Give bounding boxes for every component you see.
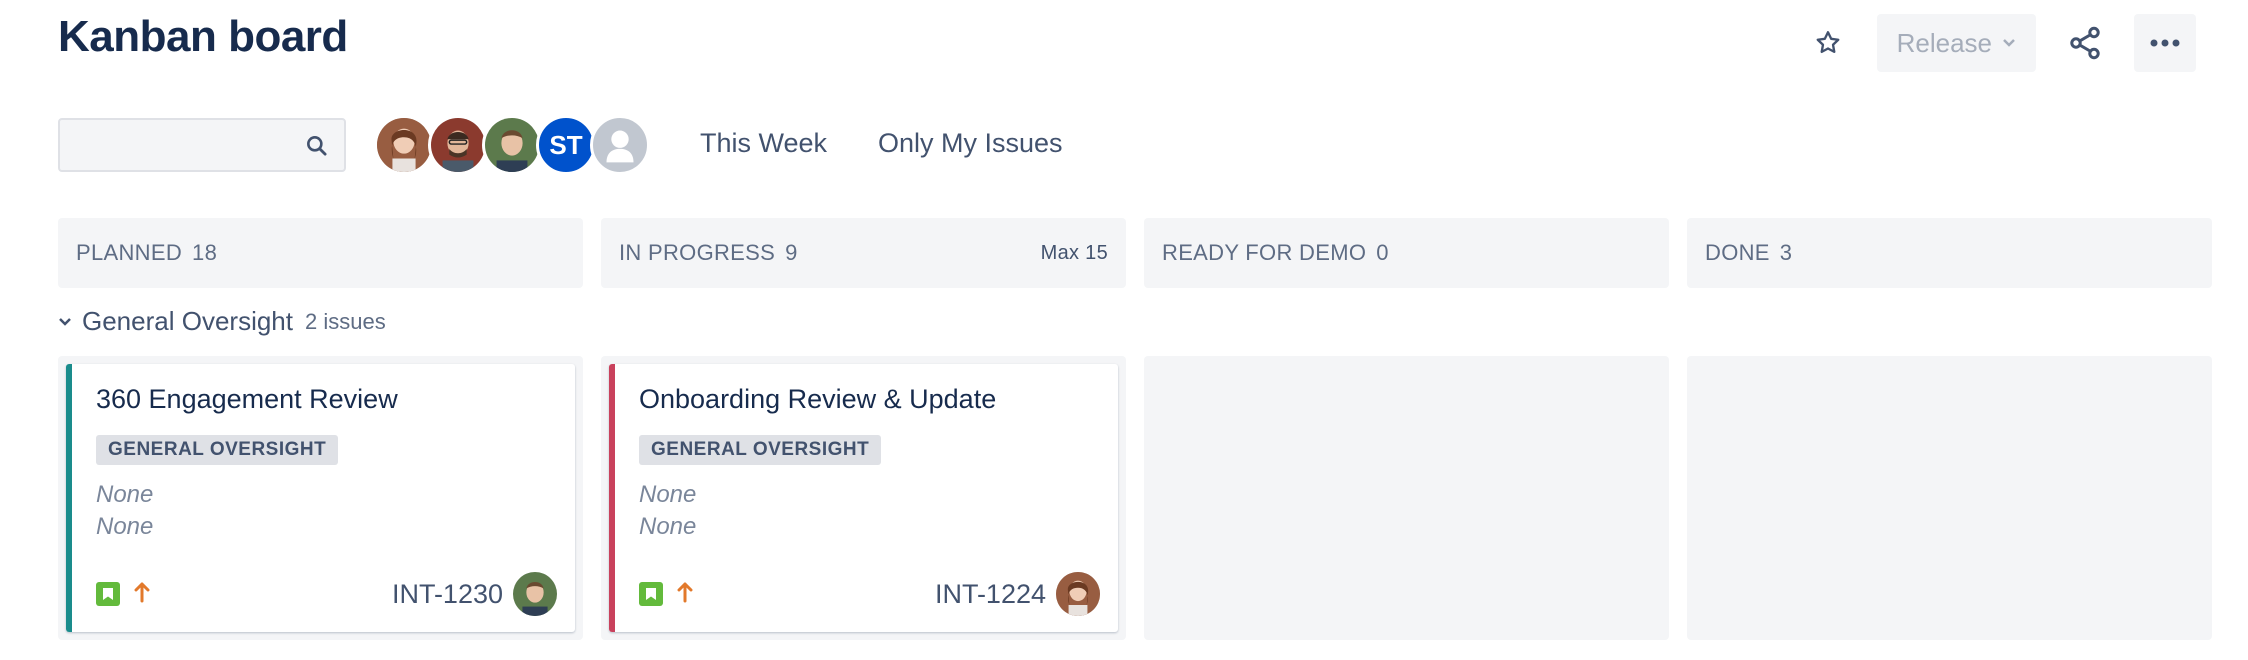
star-button[interactable] bbox=[1797, 14, 1859, 72]
card-title: Onboarding Review & Update bbox=[639, 384, 997, 414]
avatar[interactable] bbox=[428, 115, 488, 175]
avatar-initials: ST bbox=[549, 129, 583, 160]
column-header-ready-for-demo: READY FOR DEMO 0 bbox=[1144, 218, 1669, 288]
column-count: 18 bbox=[192, 240, 218, 265]
chevron-down-icon bbox=[59, 317, 71, 326]
column-name: IN PROGRESS bbox=[619, 240, 776, 265]
share-icon bbox=[2070, 26, 2100, 60]
story-icon bbox=[639, 582, 663, 606]
search-icon bbox=[304, 133, 330, 164]
epic-lozenge: GENERAL OVERSIGHT bbox=[639, 435, 882, 465]
search-input[interactable] bbox=[58, 118, 346, 172]
issue-card[interactable]: 360 Engagement Review GENERAL OVERSIGHT … bbox=[66, 364, 575, 632]
avatar-unassigned[interactable] bbox=[590, 115, 650, 175]
avatar[interactable] bbox=[374, 115, 434, 175]
quick-filter-only-my-issues[interactable]: Only My Issues bbox=[878, 128, 1063, 159]
more-button[interactable] bbox=[2134, 14, 2196, 72]
quick-filter-this-week[interactable]: This Week bbox=[700, 128, 827, 159]
column-headers: PLANNED 18 IN PROGRESS 9 Max 15 READY FO… bbox=[58, 218, 2212, 288]
assignee-avatars: ST bbox=[374, 115, 650, 175]
column-name: PLANNED bbox=[76, 240, 183, 265]
issue-key[interactable]: INT-1230 bbox=[392, 579, 503, 610]
column-count: 9 bbox=[785, 240, 798, 265]
share-button[interactable] bbox=[2054, 14, 2116, 72]
page-title: Kanban board bbox=[58, 12, 348, 61]
card-field: None bbox=[96, 481, 154, 508]
release-button[interactable]: Release bbox=[1876, 14, 2036, 72]
star-icon bbox=[1816, 31, 1840, 54]
epic-lozenge: GENERAL OVERSIGHT bbox=[96, 435, 339, 465]
card-accent bbox=[66, 364, 72, 632]
priority-high-icon bbox=[134, 581, 150, 608]
lane-done bbox=[1687, 356, 2212, 640]
swimlane-header[interactable]: General Oversight 2 issues bbox=[58, 306, 386, 337]
column-header-planned: PLANNED 18 bbox=[58, 218, 583, 288]
lane-ready-for-demo bbox=[1144, 356, 1669, 640]
release-label: Release bbox=[1896, 27, 1992, 58]
swimlane-columns: 360 Engagement Review GENERAL OVERSIGHT … bbox=[58, 356, 2212, 640]
avatar[interactable] bbox=[482, 115, 542, 175]
avatar[interactable] bbox=[513, 572, 557, 616]
column-max: Max 15 bbox=[1040, 241, 1108, 264]
column-count: 0 bbox=[1376, 240, 1389, 265]
more-icon bbox=[2150, 39, 2180, 47]
avatar[interactable] bbox=[1056, 572, 1100, 616]
avatar-st[interactable]: ST bbox=[536, 115, 596, 175]
lane-in-progress: Onboarding Review & Update GENERAL OVERS… bbox=[601, 356, 1126, 640]
card-field: None bbox=[639, 481, 697, 508]
column-name: READY FOR DEMO bbox=[1162, 240, 1367, 265]
story-icon bbox=[96, 582, 120, 606]
card-title: 360 Engagement Review bbox=[96, 384, 398, 414]
swimlane-count: 2 issues bbox=[304, 308, 386, 334]
lane-planned: 360 Engagement Review GENERAL OVERSIGHT … bbox=[58, 356, 583, 640]
chevron-down-icon bbox=[2003, 39, 2015, 47]
card-field: None bbox=[639, 513, 697, 540]
issue-card[interactable]: Onboarding Review & Update GENERAL OVERS… bbox=[609, 364, 1118, 632]
column-count: 3 bbox=[1779, 240, 1793, 265]
top-actions: Release bbox=[1797, 14, 2196, 72]
swimlane-title: General Oversight bbox=[82, 306, 293, 336]
column-name: DONE bbox=[1705, 240, 1770, 265]
card-accent bbox=[609, 364, 615, 632]
priority-high-icon bbox=[677, 581, 693, 608]
column-header-done: DONE 3 bbox=[1687, 218, 2212, 288]
user-icon bbox=[606, 130, 634, 163]
card-field: None bbox=[96, 513, 154, 540]
issue-key[interactable]: INT-1224 bbox=[935, 579, 1046, 610]
column-header-in-progress: IN PROGRESS 9 Max 15 bbox=[601, 218, 1126, 288]
